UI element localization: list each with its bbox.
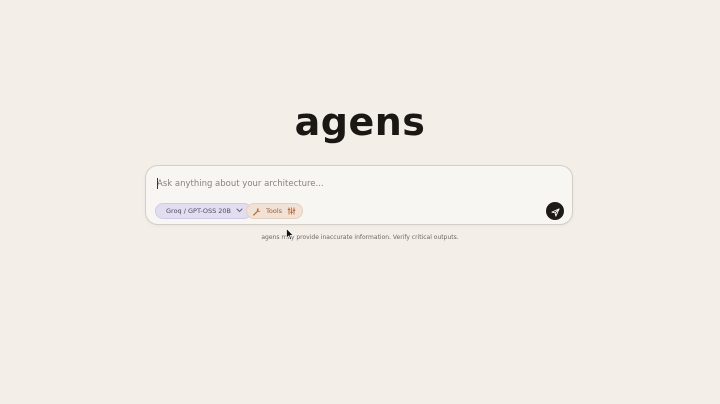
- model-selector[interactable]: Groq / GPT-OSS 20B: [155, 203, 253, 219]
- chat-composer: Groq / GPT-OSS 20B Tools: [145, 165, 573, 225]
- send-button[interactable]: [546, 202, 564, 220]
- prompt-input[interactable]: [157, 176, 547, 192]
- wrench-icon: [252, 207, 261, 216]
- disclaimer-text: agens may provide inaccurate information…: [261, 234, 459, 241]
- app-logo: agens: [294, 100, 426, 144]
- tools-label: Tools: [266, 207, 283, 215]
- chevron-down-icon: [236, 207, 243, 215]
- text-caret: [157, 178, 158, 189]
- sliders-icon: [287, 207, 296, 215]
- mouse-pointer-icon: [286, 226, 295, 245]
- page: agens Groq / GPT-OSS 20B Tools: [0, 0, 720, 404]
- tools-button[interactable]: Tools: [246, 203, 304, 219]
- model-selector-label: Groq / GPT-OSS 20B: [166, 207, 232, 215]
- send-icon: [550, 202, 560, 221]
